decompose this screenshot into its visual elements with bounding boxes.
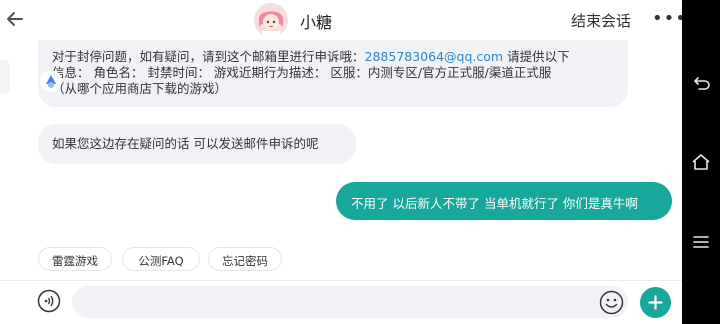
quick-reply-forgot-password[interactable]: 忘记密码 [208, 247, 282, 271]
floating-assistant-icon[interactable] [38, 68, 64, 94]
chat-app: 小糖 结束会话 ••• 对于封停问题，如有疑问，请到这个邮箱里进行申诉哦：288… [0, 0, 682, 324]
quick-reply-leiting-games[interactable]: 雷霆游戏 [38, 247, 112, 271]
end-chat-button[interactable]: 结束会话 [571, 10, 631, 31]
system-navigation-bar [682, 0, 720, 324]
message-input[interactable] [72, 286, 628, 318]
smiley-icon[interactable] [599, 290, 624, 315]
chat-header: 小糖 结束会话 ••• [0, 0, 682, 40]
message-text: 不用了 以后新人不带了 当单机就行了 你们是真牛啊 [351, 196, 638, 211]
android-home-icon[interactable] [690, 151, 712, 173]
more-options-icon[interactable]: ••• [652, 8, 682, 29]
message-text: 对于封停问题，如有疑问，请到这个邮箱里进行申诉哦： [52, 49, 365, 64]
message-text-line3: （从哪个应用商店下载的游戏） [52, 81, 228, 96]
agent-avatar[interactable] [254, 3, 288, 37]
message-text: 请提供以下 [503, 49, 570, 64]
voice-icon[interactable] [37, 289, 61, 313]
quick-reply-label: 忘记密码 [222, 254, 268, 268]
quick-reply-label: 雷霆游戏 [52, 254, 98, 268]
back-arrow-icon[interactable] [4, 8, 26, 30]
user-message: 不用了 以后新人不带了 当单机就行了 你们是真牛啊 [336, 182, 672, 220]
agent-message-appeal-info: 对于封停问题，如有疑问，请到这个邮箱里进行申诉哦：2885783064@qq.c… [38, 40, 628, 107]
message-text-line2: 信息： 角色名： 封禁时间： 游戏近期行为描述： 区服：内测专区/官方正式服/渠… [52, 65, 552, 80]
android-menu-icon[interactable] [690, 231, 712, 253]
quick-reply-beta-faq[interactable]: 公测FAQ [122, 247, 200, 271]
message-text: 如果您这边存在疑问的话 可以发送邮件申诉的呢 [52, 136, 319, 151]
input-divider [0, 280, 682, 281]
android-back-icon[interactable] [690, 73, 712, 95]
appeal-email-link[interactable]: 2885783064@qq.com [365, 49, 504, 64]
plus-icon[interactable] [640, 287, 671, 318]
chat-title: 小糖 [300, 13, 333, 32]
agent-message: 如果您这边存在疑问的话 可以发送邮件申诉的呢 [38, 124, 356, 164]
quick-reply-label: 公测FAQ [138, 254, 184, 268]
side-tab[interactable] [0, 60, 10, 94]
